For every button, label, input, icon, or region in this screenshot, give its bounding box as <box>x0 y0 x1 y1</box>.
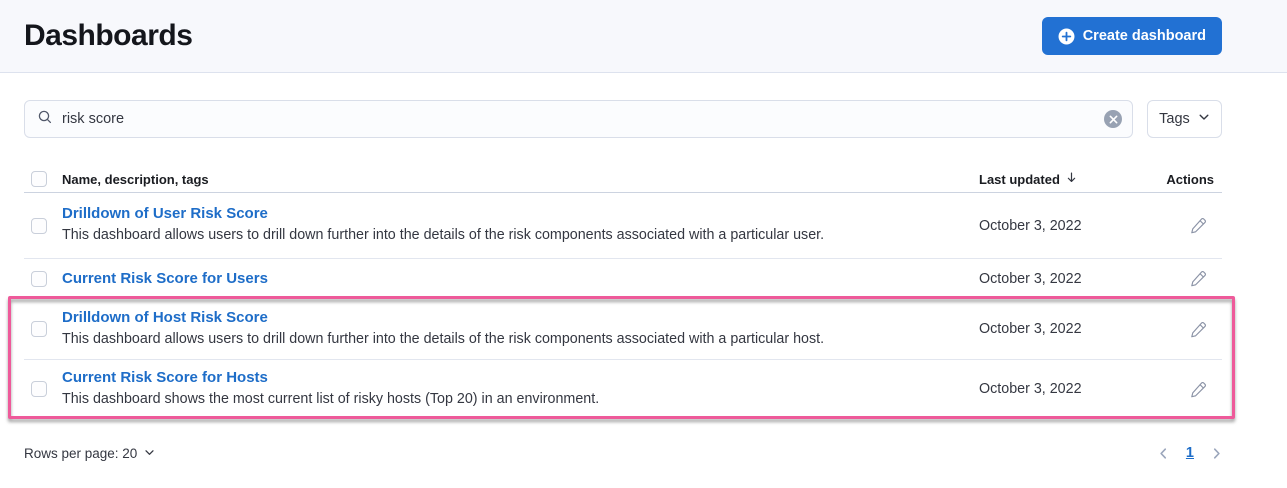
row-checkbox-cell <box>24 218 62 234</box>
column-header-last-updated[interactable]: Last updated <box>979 171 1150 187</box>
table-header-row: Name, description, tags Last updated Act… <box>24 166 1222 193</box>
select-all-checkbox[interactable] <box>31 171 47 187</box>
edit-pencil-icon[interactable] <box>1184 265 1212 293</box>
table-row: Drilldown of Host Risk Score This dashbo… <box>24 299 1222 360</box>
actions-cell <box>1150 315 1222 343</box>
page-header: Dashboards Create dashboard <box>0 0 1287 73</box>
tags-filter-button[interactable]: Tags <box>1147 100 1222 138</box>
last-updated-cell: October 3, 2022 <box>979 321 1150 337</box>
last-updated-cell: October 3, 2022 <box>979 218 1150 234</box>
edit-pencil-icon[interactable] <box>1184 212 1212 240</box>
dashboards-table: Name, description, tags Last updated Act… <box>24 166 1222 419</box>
tags-filter-label: Tags <box>1159 111 1190 127</box>
chevron-down-icon <box>144 446 155 461</box>
rows-per-page-button[interactable]: Rows per page: 20 <box>24 446 155 461</box>
last-updated-cell: October 3, 2022 <box>979 381 1150 397</box>
name-cell: Current Risk Score for Users <box>62 270 979 287</box>
pagination: 1 <box>1155 445 1225 462</box>
column-header-actions: Actions <box>1150 172 1222 187</box>
clear-search-icon[interactable] <box>1104 110 1122 128</box>
next-page-chevron-right-icon[interactable] <box>1208 445 1225 462</box>
search-field[interactable] <box>24 100 1133 138</box>
table-row: Drilldown of User Risk Score This dashbo… <box>24 193 1222 259</box>
create-dashboard-button[interactable]: Create dashboard <box>1042 17 1222 55</box>
table-row: Current Risk Score for Users October 3, … <box>24 259 1222 299</box>
last-updated-label: Last updated <box>979 172 1060 187</box>
dashboard-description: This dashboard allows users to drill dow… <box>62 330 979 349</box>
dashboards-page: Dashboards Create dashboard <box>0 0 1287 488</box>
edit-pencil-icon[interactable] <box>1184 315 1212 343</box>
table-row: Current Risk Score for Hosts This dashbo… <box>24 360 1222 419</box>
actions-cell <box>1150 212 1222 240</box>
column-header-name: Name, description, tags <box>62 172 979 187</box>
edit-pencil-icon[interactable] <box>1184 375 1212 403</box>
row-checkbox[interactable] <box>31 381 47 397</box>
page-title: Dashboards <box>24 19 192 53</box>
row-checkbox-cell <box>24 381 62 397</box>
dashboard-description: This dashboard allows users to drill dow… <box>62 226 979 245</box>
create-dashboard-label: Create dashboard <box>1083 28 1206 44</box>
dashboard-description: This dashboard shows the most current li… <box>62 390 979 409</box>
previous-page-chevron-left-icon[interactable] <box>1155 445 1172 462</box>
sort-arrow-down-icon <box>1065 171 1078 187</box>
search-bar: Tags <box>24 100 1222 138</box>
name-cell: Drilldown of Host Risk Score This dashbo… <box>62 309 979 349</box>
search-icon <box>37 109 53 130</box>
last-updated-cell: October 3, 2022 <box>979 271 1150 287</box>
plus-in-circle-icon <box>1058 28 1075 45</box>
dashboard-link[interactable]: Drilldown of Host Risk Score <box>62 309 268 326</box>
name-cell: Drilldown of User Risk Score This dashbo… <box>62 205 979 245</box>
row-checkbox[interactable] <box>31 218 47 234</box>
page-number-1[interactable]: 1 <box>1186 445 1194 461</box>
search-input[interactable] <box>62 111 1096 127</box>
chevron-down-icon <box>1198 111 1210 127</box>
actions-cell <box>1150 265 1222 293</box>
dashboard-link[interactable]: Current Risk Score for Users <box>62 270 268 287</box>
dashboard-link[interactable]: Current Risk Score for Hosts <box>62 369 268 386</box>
row-checkbox-cell <box>24 321 62 337</box>
row-checkbox[interactable] <box>31 321 47 337</box>
rows-per-page-label: Rows per page: 20 <box>24 446 137 461</box>
actions-cell <box>1150 375 1222 403</box>
row-checkbox[interactable] <box>31 271 47 287</box>
header-checkbox-cell <box>24 171 62 187</box>
row-checkbox-cell <box>24 271 62 287</box>
dashboard-link[interactable]: Drilldown of User Risk Score <box>62 205 268 222</box>
table-footer: Rows per page: 20 1 <box>24 438 1225 468</box>
name-cell: Current Risk Score for Hosts This dashbo… <box>62 369 979 409</box>
